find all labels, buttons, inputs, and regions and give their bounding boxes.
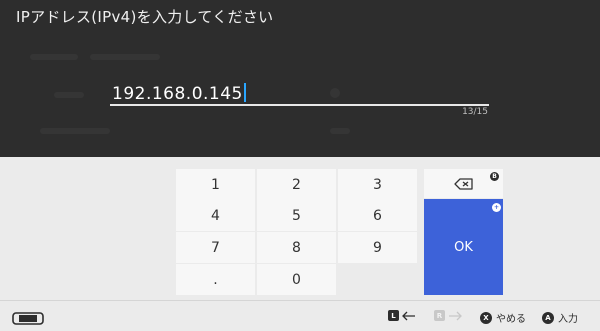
page-title: IPアドレス(IPv4)を入力してください — [16, 8, 274, 26]
key-1[interactable]: 1 — [176, 169, 255, 200]
b-button-badge: B — [490, 172, 499, 181]
key-6[interactable]: 6 — [338, 200, 417, 231]
handheld-console-icon — [12, 310, 44, 329]
text-caret — [243, 83, 246, 102]
cancel-label: やめる — [496, 314, 526, 325]
key-3[interactable]: 3 — [338, 169, 417, 200]
footer-bar: L R X やめる A 入力 — [0, 300, 600, 331]
backspace-key[interactable]: B — [424, 169, 503, 198]
character-counter: 13/15 — [462, 107, 488, 117]
key-8[interactable]: 8 — [257, 232, 336, 263]
input-value: 192.168.0.145 — [112, 84, 243, 104]
arrow-left-icon — [402, 311, 415, 320]
key-5[interactable]: 5 — [257, 200, 336, 231]
background-placeholder — [30, 54, 78, 60]
background-placeholder — [330, 128, 350, 134]
key-9[interactable]: 9 — [338, 232, 417, 263]
a-button-badge: A — [542, 311, 554, 324]
cancel-action[interactable]: X やめる — [480, 310, 526, 325]
cursor-left-hint[interactable]: L — [388, 310, 416, 321]
background-placeholder — [90, 54, 160, 60]
input-panel: IPアドレス(IPv4)を入力してください 192.168.0.145 13/1… — [0, 0, 600, 157]
key-4[interactable]: 4 — [176, 200, 255, 231]
key-0[interactable]: 0 — [257, 264, 336, 295]
confirm-label: 入力 — [558, 314, 578, 325]
arrow-right-icon — [449, 311, 462, 320]
x-button-badge: X — [480, 311, 492, 324]
l-button-badge: L — [388, 310, 399, 321]
plus-button-badge: + — [492, 203, 501, 212]
r-button-badge: R — [434, 310, 445, 321]
confirm-action[interactable]: A 入力 — [542, 310, 578, 325]
background-placeholder — [40, 128, 110, 134]
ok-button[interactable]: OK + — [424, 199, 503, 295]
key-7[interactable]: 7 — [176, 232, 255, 263]
backspace-icon — [453, 177, 473, 190]
cursor-right-hint: R — [434, 310, 462, 321]
key-2[interactable]: 2 — [257, 169, 336, 200]
ok-label: OK — [454, 239, 473, 255]
key-dot[interactable]: . — [176, 264, 255, 295]
background-placeholder — [54, 92, 84, 98]
ip-address-input[interactable]: 192.168.0.145 — [110, 83, 489, 106]
